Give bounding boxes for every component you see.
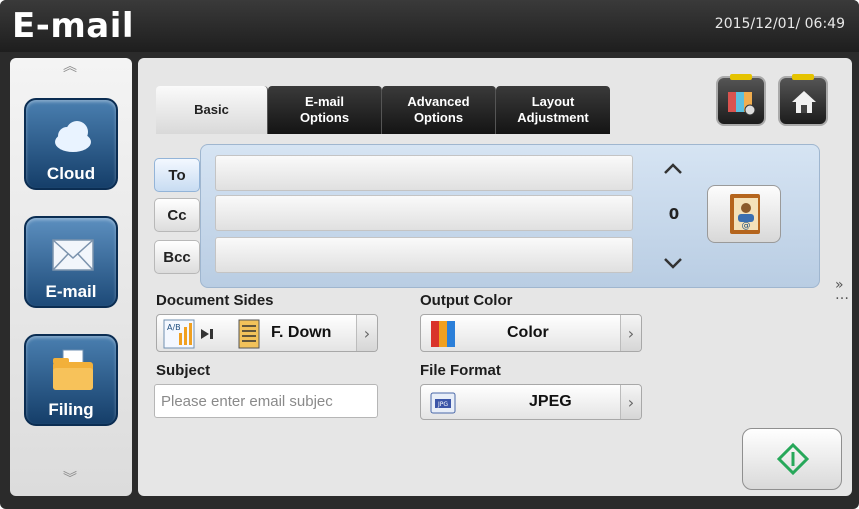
tab-email-options[interactable]: E-mail Options <box>268 86 382 134</box>
bcc-field[interactable] <box>215 237 633 273</box>
svg-text:@: @ <box>742 221 751 231</box>
tab-basic[interactable]: Basic <box>156 86 268 134</box>
address-book-icon: @ <box>730 194 760 234</box>
chevron-right-icon: › <box>620 315 641 351</box>
address-book-button[interactable]: @ <box>707 185 781 243</box>
duplex-icon: A/B <box>163 319 213 349</box>
sidebar-item-filing[interactable]: Filing <box>24 334 118 426</box>
bcc-label: Bcc <box>163 248 191 266</box>
sidebar-item-label: Cloud <box>46 164 96 183</box>
header-bar: E-mail 2015/12/01/ 06:49 <box>0 0 859 52</box>
output-color-value: Color <box>507 324 549 341</box>
tab-label: Basic <box>194 102 229 117</box>
page-title: E-mail <box>12 6 135 46</box>
recipient-panel: 0 @ <box>200 144 820 288</box>
home-button[interactable] <box>778 74 828 126</box>
file-format-value: JPEG <box>529 393 572 410</box>
page-orientation-icon <box>238 319 260 349</box>
chevron-right-icon: › <box>620 385 641 419</box>
folder-icon <box>53 349 93 390</box>
indicator-strip <box>730 74 752 80</box>
more-options-icon[interactable]: »… <box>835 278 849 302</box>
envelope-icon <box>52 239 94 271</box>
document-sides-value: F. Down <box>271 324 332 341</box>
output-color-selector[interactable]: Color › <box>420 314 642 352</box>
document-sides-label: Document Sides <box>156 292 274 309</box>
chevron-right-icon: › <box>356 315 377 351</box>
subject-label: Subject <box>156 362 211 379</box>
sidebar-item-label: E-mail <box>45 282 97 301</box>
subject-input[interactable] <box>154 384 378 418</box>
cloud-icon <box>55 121 91 152</box>
scan-settings-button[interactable] <box>716 74 766 126</box>
to-label: To <box>168 166 186 184</box>
sidebar-item-cloud[interactable]: Cloud <box>24 98 118 190</box>
to-field[interactable] <box>215 155 633 191</box>
sidebar: ︽ Cloud E-mail Filing ︾ <box>10 58 132 496</box>
duplex-mode-badge: A/B <box>167 323 181 332</box>
chevron-down-icon[interactable] <box>663 257 683 269</box>
tab-label: Layout Adjustment <box>517 94 589 125</box>
tab-layout-adjustment[interactable]: Layout Adjustment <box>496 86 610 134</box>
cc-label: Cc <box>167 206 187 224</box>
sidebar-item-email[interactable]: E-mail <box>24 216 118 308</box>
document-sides-selector[interactable]: A/B F. Down › <box>156 314 378 352</box>
tab-label: Advanced Options <box>407 94 470 125</box>
bcc-button[interactable]: Bcc <box>154 240 200 274</box>
tab-label: E-mail Options <box>299 94 350 125</box>
to-button[interactable]: To <box>154 158 200 192</box>
chevron-up-icon[interactable] <box>663 163 683 175</box>
device-frame: E-mail 2015/12/01/ 06:49 ︽ Cloud E-mail <box>0 0 859 509</box>
sidebar-item-label: Filing <box>48 400 94 419</box>
scroll-up-icon[interactable]: ︽ <box>60 60 80 74</box>
file-format-selector[interactable]: JPG JPEG › <box>420 384 642 420</box>
output-color-label: Output Color <box>420 292 513 309</box>
start-button[interactable] <box>742 428 842 490</box>
start-icon <box>777 443 809 475</box>
image-file-icon: JPG <box>430 392 456 414</box>
cc-field[interactable] <box>215 195 633 231</box>
tab-advanced-options[interactable]: Advanced Options <box>382 86 496 134</box>
file-format-label: File Format <box>420 362 501 379</box>
home-icon <box>792 91 816 113</box>
datetime-display: 2015/12/01/ 06:49 <box>714 16 845 32</box>
file-format-badge: JPG <box>437 401 448 408</box>
scroll-down-icon[interactable]: ︾ <box>60 472 80 486</box>
indicator-strip <box>792 74 814 80</box>
recipient-count: 0 <box>668 205 680 223</box>
color-palette-icon <box>431 321 455 347</box>
main-panel: Basic E-mail Options Advanced Options La… <box>138 58 852 496</box>
cc-button[interactable]: Cc <box>154 198 200 232</box>
scan-settings-icon <box>728 92 756 116</box>
